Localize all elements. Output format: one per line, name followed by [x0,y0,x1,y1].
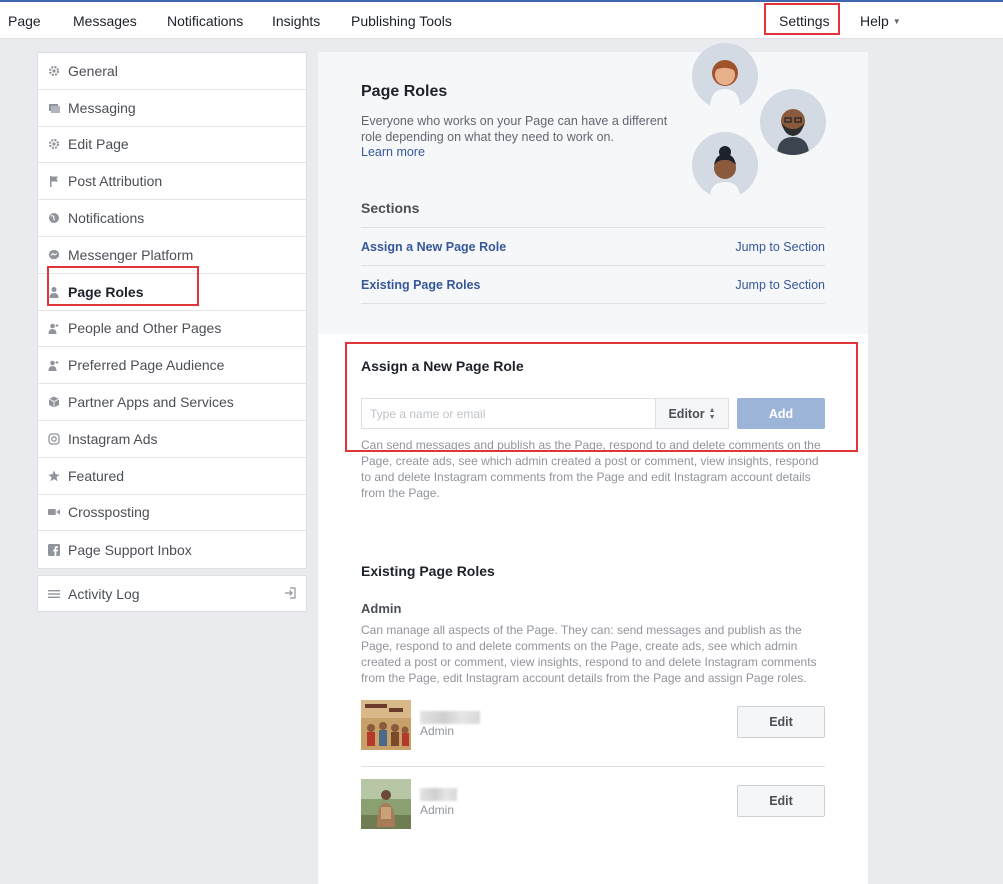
edit-button[interactable]: Edit [737,706,825,738]
section-row-assign: Assign a New Page Role Jump to Section [361,227,825,265]
illustration-avatar-3 [692,132,758,198]
instagram-icon [48,433,60,445]
person-icon [48,286,60,298]
sidebar-item-messenger-platform[interactable]: Messenger Platform [38,237,306,274]
gear-icon [48,65,60,77]
sidebar-item-label: General [68,62,118,79]
sidebar-item-label: Activity Log [68,585,140,602]
star-icon [48,470,60,482]
sidebar-item-post-attribution[interactable]: Post Attribution [38,163,306,201]
video-icon [48,506,60,518]
role-select[interactable]: Editor ▲ ▼ [655,398,729,429]
divider [361,303,825,304]
help-label: Help [860,13,889,29]
sidebar-item-label: Featured [68,467,125,484]
sidebar-item-crossposting[interactable]: Crossposting [38,495,306,532]
page-roles-panel: Page Roles Everyone who works on your Pa… [318,43,868,884]
jump-to-section-link[interactable]: Jump to Section [735,240,825,254]
illustration-avatar-2 [760,89,826,155]
sidebar-item-notifications[interactable]: Notifications [38,200,306,237]
sidebar-item-page-roles[interactable]: Page Roles [38,274,306,311]
admin-name-redacted [420,788,457,801]
globe-icon [48,212,60,224]
divider [361,766,825,767]
illustration-avatar-1 [692,43,758,109]
message-icon [48,102,60,114]
nav-publishing-tools[interactable]: Publishing Tools [351,13,452,29]
edit-button[interactable]: Edit [737,785,825,817]
sidebar-item-label: Edit Page [68,136,129,153]
role-description: Can send messages and publish as the Pag… [361,438,821,500]
page-description: Everyone who works on your Page can have… [361,114,668,144]
sidebar-item-label: Instagram Ads [68,430,158,447]
section-row-existing: Existing Page Roles Jump to Section [361,265,825,303]
assign-role-heading: Assign a New Page Role [361,358,524,374]
nav-settings[interactable]: Settings [779,13,830,29]
sidebar-item-label: People and Other Pages [68,320,222,337]
sidebar-item-label: Post Attribution [68,173,163,190]
name-or-email-input[interactable] [361,398,656,429]
gear-icon [48,138,60,150]
page-title: Page Roles [361,83,448,100]
section-link-assign[interactable]: Assign a New Page Role [361,240,506,254]
admin-heading: Admin [361,601,402,616]
sidebar-item-label: Crossposting [68,504,150,521]
activity-log-panel: Activity Log [37,575,307,612]
section-link-existing[interactable]: Existing Page Roles [361,278,480,292]
messenger-icon [48,249,60,261]
role-select-value: Editor [668,406,705,421]
admin-description: Can manage all aspects of the Page. They… [361,623,817,685]
sidebar-item-instagram-ads[interactable]: Instagram Ads [38,421,306,458]
add-button[interactable]: Add [737,398,825,429]
list-icon [48,588,60,600]
nav-page[interactable]: Page [8,13,41,29]
sidebar-item-edit-page[interactable]: Edit Page [38,127,306,164]
admin-role-label: Admin [420,724,455,738]
cube-icon [48,396,60,408]
top-nav: Page Messages Notifications Insights Pub… [0,0,1003,39]
avatar [361,700,411,750]
sidebar-item-featured[interactable]: Featured [38,458,306,495]
sidebar-item-label: Messenger Platform [68,246,194,263]
nav-help[interactable]: Help ▼ [860,13,901,29]
jump-to-section-link[interactable]: Jump to Section [735,278,825,292]
sidebar-item-page-support-inbox[interactable]: Page Support Inbox [38,531,306,568]
flag-icon [48,175,60,188]
page-roles-header: Page Roles Everyone who works on your Pa… [318,43,868,334]
admin-row: Admin Edit [361,779,825,857]
nav-notifications[interactable]: Notifications [167,13,243,29]
settings-sidebar: General Messaging Edit Page Post Attribu… [37,52,307,570]
sidebar-item-label: Page Roles [68,283,144,300]
exit-icon [284,587,296,602]
avatar [361,779,411,829]
admin-name-redacted [420,711,480,724]
sidebar-item-people-and-other-pages[interactable]: People and Other Pages [38,311,306,348]
sidebar-item-partner-apps-and-services[interactable]: Partner Apps and Services [38,384,306,421]
sidebar-item-label: Messaging [68,99,136,116]
sort-arrows-icon: ▲ ▼ [708,406,716,421]
sections-heading: Sections [361,200,420,216]
people-icon [48,322,60,335]
caret-down-icon: ▼ [892,17,901,26]
sidebar-item-general[interactable]: General [38,53,306,90]
people-icon [48,359,60,372]
sidebar-item-label: Page Support Inbox [68,541,192,558]
sidebar-item-label: Partner Apps and Services [68,394,234,411]
admin-role-label: Admin [420,803,455,817]
facebook-icon [48,543,60,556]
learn-more-link[interactable]: Learn more [361,145,425,159]
nav-insights[interactable]: Insights [272,13,320,29]
sidebar-item-activity-log[interactable]: Activity Log [38,576,306,611]
sidebar-item-label: Notifications [68,210,145,227]
sidebar-item-messaging[interactable]: Messaging [38,90,306,127]
existing-roles-heading: Existing Page Roles [361,563,495,579]
sidebar-item-preferred-page-audience[interactable]: Preferred Page Audience [38,347,306,385]
sidebar-item-label: Preferred Page Audience [68,357,225,374]
nav-messages[interactable]: Messages [73,13,137,29]
